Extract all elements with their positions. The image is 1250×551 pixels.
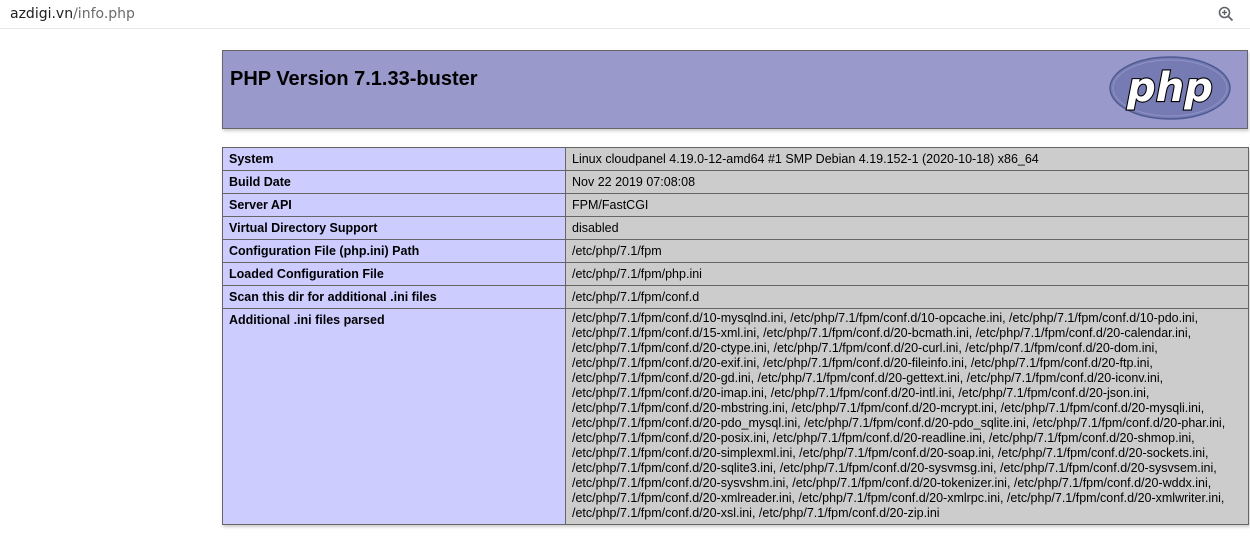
url-host: azdigi.vn	[10, 6, 74, 22]
row-value: Linux cloudpanel 4.19.0-12-amd64 #1 SMP …	[565, 147, 1249, 171]
page-title: PHP Version 7.1.33-buster	[230, 68, 478, 90]
row-key: Build Date	[222, 170, 566, 194]
table-row: Additional .ini files parsed/etc/php/7.1…	[222, 308, 1249, 525]
row-value: /etc/php/7.1/fpm/php.ini	[565, 262, 1249, 286]
php-version-header: PHP Version 7.1.33-buster php	[222, 50, 1248, 129]
row-key: Server API	[222, 193, 566, 217]
table-row: Configuration File (php.ini) Path/etc/ph…	[222, 239, 1249, 263]
row-value: /etc/php/7.1/fpm/conf.d	[565, 285, 1249, 309]
row-value: FPM/FastCGI	[565, 193, 1249, 217]
table-row: Build Date Nov 22 2019 07:08:08	[222, 170, 1249, 194]
url-text[interactable]: azdigi.vn/info.php	[10, 6, 135, 22]
row-value: disabled	[565, 216, 1249, 240]
row-value: /etc/php/7.1/fpm/conf.d/10-mysqlnd.ini, …	[565, 308, 1249, 525]
row-key: Configuration File (php.ini) Path	[222, 239, 566, 263]
php-logo-text: php	[1126, 65, 1213, 111]
table-row: Server API FPM/FastCGI	[222, 193, 1249, 217]
row-value: Nov 22 2019 07:08:08	[565, 170, 1249, 194]
address-bar[interactable]: azdigi.vn/info.php	[0, 0, 1250, 29]
php-logo: php	[1109, 56, 1231, 120]
row-key: System	[222, 147, 566, 171]
zoom-in-icon[interactable]	[1217, 5, 1235, 23]
table-row: Virtual Directory Support disabled	[222, 216, 1249, 240]
row-value: /etc/php/7.1/fpm	[565, 239, 1249, 263]
table-row: System Linux cloudpanel 4.19.0-12-amd64 #…	[222, 147, 1249, 171]
table-row: Scan this dir for additional .ini files /…	[222, 285, 1249, 309]
row-key: Additional .ini files parsed	[222, 308, 566, 525]
url-path: /info.php	[73, 6, 135, 22]
row-key: Loaded Configuration File	[222, 262, 566, 286]
row-key: Virtual Directory Support	[222, 216, 566, 240]
row-key: Scan this dir for additional .ini files	[222, 285, 566, 309]
info-table: System Linux cloudpanel 4.19.0-12-amd64 #…	[222, 147, 1249, 525]
table-row: Loaded Configuration File/etc/php/7.1/fp…	[222, 262, 1249, 286]
